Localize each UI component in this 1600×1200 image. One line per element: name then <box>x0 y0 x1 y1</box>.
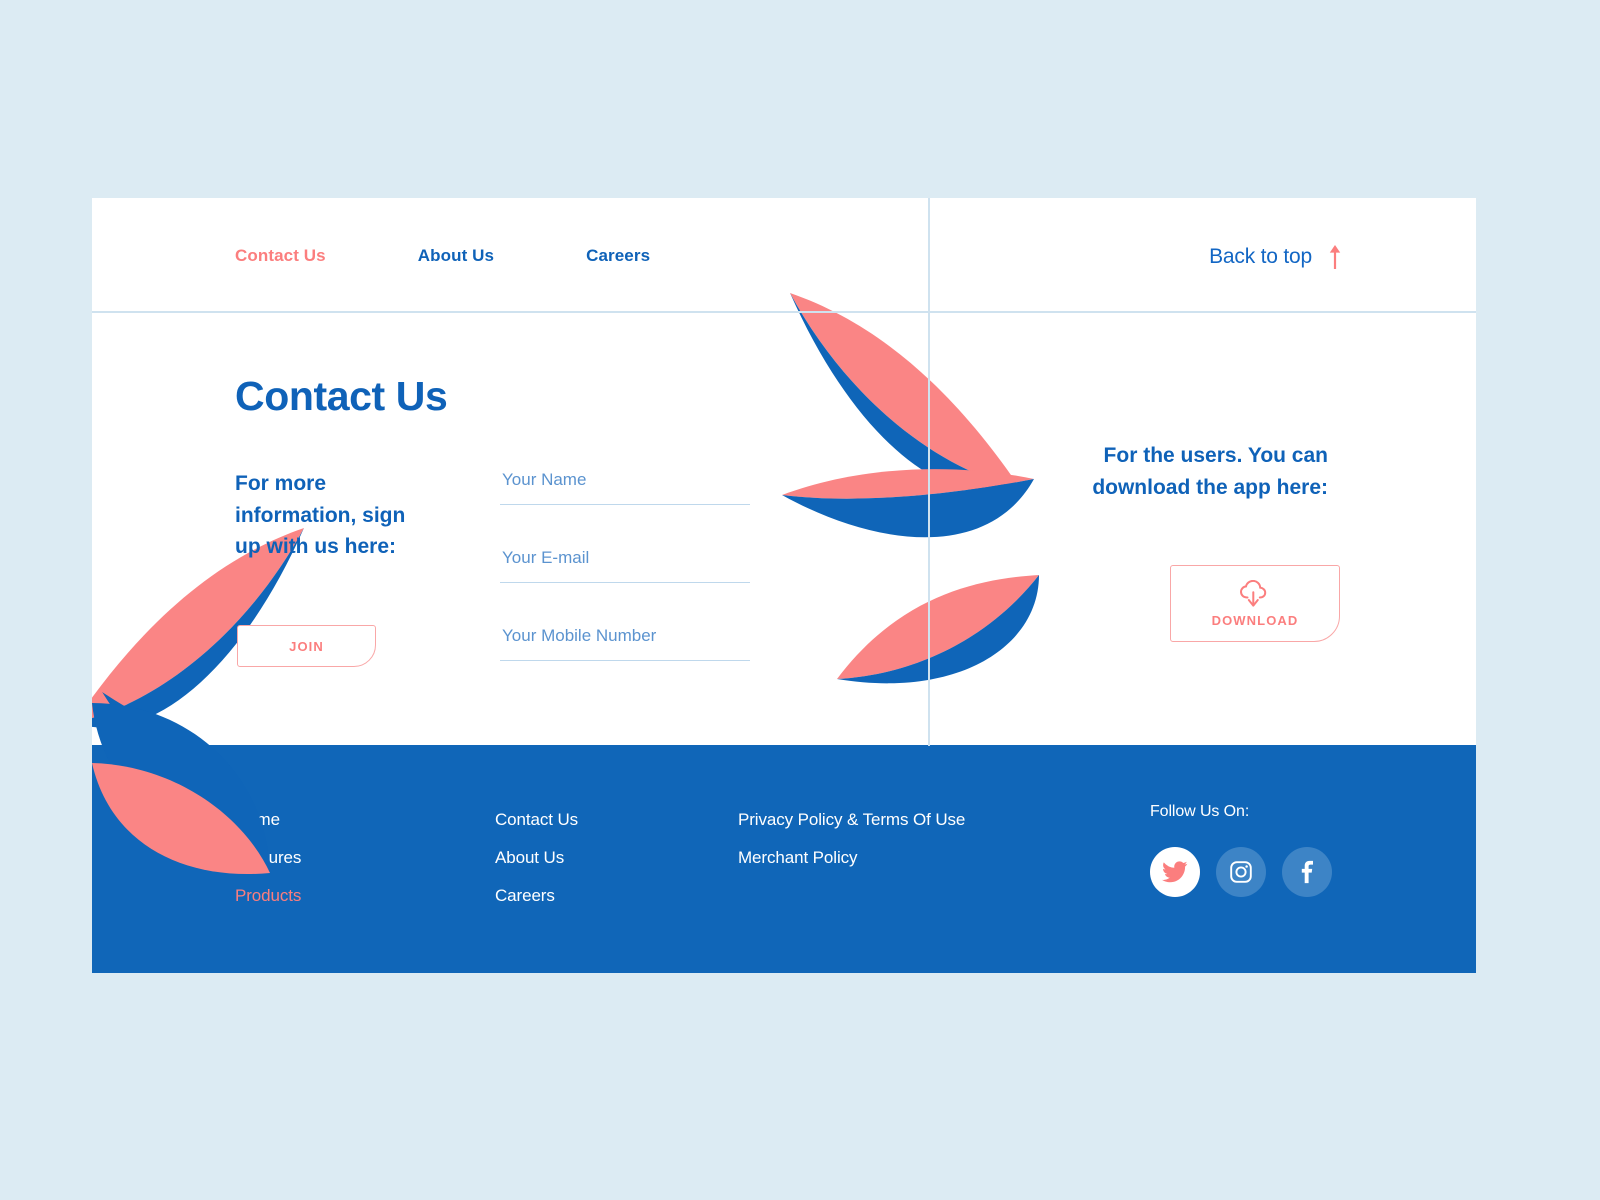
footer-link-careers[interactable]: Careers <box>495 886 738 906</box>
download-headline: For the users. You can download the app … <box>1092 444 1328 499</box>
vertical-divider <box>928 198 930 746</box>
your-email-input[interactable] <box>500 538 750 583</box>
field-your-name <box>500 460 750 505</box>
field-your-mobile-number <box>500 616 750 661</box>
follow-us-title: Follow Us On: <box>1150 803 1250 820</box>
cloud-download-icon <box>1239 579 1267 607</box>
leaf-decoration-right <box>782 293 1039 684</box>
footer-link-privacy-policy-terms[interactable]: Privacy Policy & Terms Of Use <box>738 810 1038 830</box>
your-name-input[interactable] <box>500 460 750 505</box>
social-link-instagram[interactable] <box>1216 847 1266 897</box>
footer-link-contact-us[interactable]: Contact Us <box>495 810 738 830</box>
signup-subheading: For more information, sign up with us he… <box>235 472 406 558</box>
follow-us-section: Follow Us On: <box>1150 803 1332 897</box>
footer-link-features[interactable]: Features <box>235 848 495 868</box>
social-icon-list <box>1150 847 1332 897</box>
social-link-twitter[interactable] <box>1150 847 1200 897</box>
page-root: Contact Us About Us Careers Back to top … <box>0 0 1600 1200</box>
twitter-icon <box>1162 861 1188 883</box>
footer-link-merchant-policy[interactable]: Merchant Policy <box>738 848 1038 868</box>
footer-link-products[interactable]: Products <box>235 886 495 906</box>
download-button-label: DOWNLOAD <box>1211 612 1299 628</box>
your-mobile-number-input[interactable] <box>500 616 750 661</box>
contact-form <box>500 460 750 661</box>
instagram-icon <box>1230 861 1252 883</box>
social-link-facebook[interactable] <box>1282 847 1332 897</box>
facebook-icon <box>1301 860 1313 884</box>
back-to-top-button[interactable]: Back to top <box>1209 244 1342 270</box>
footer-column-3: Privacy Policy & Terms Of Use Merchant P… <box>738 810 1038 924</box>
footer-link-about-us[interactable]: About Us <box>495 848 738 868</box>
top-navigation: Contact Us About Us Careers <box>235 246 650 266</box>
download-button[interactable]: DOWNLOAD <box>1170 565 1340 642</box>
footer-link-columns: Home Features Products Contact Us About … <box>235 810 1038 924</box>
page-title: Contact Us <box>235 373 448 419</box>
footer-column-1: Home Features Products <box>235 810 495 924</box>
topnav-item-contact-us[interactable]: Contact Us <box>235 246 326 266</box>
field-your-email <box>500 538 750 583</box>
site-footer: Home Features Products Contact Us About … <box>92 745 1476 973</box>
topnav-item-careers[interactable]: Careers <box>586 246 650 266</box>
topnav-item-about-us[interactable]: About Us <box>418 246 494 266</box>
join-button[interactable]: JOIN <box>237 625 376 667</box>
join-button-label: JOIN <box>289 638 324 654</box>
arrow-up-icon <box>1329 245 1341 269</box>
back-to-top-label: Back to top <box>1209 245 1312 268</box>
horizontal-divider <box>92 311 1476 313</box>
footer-link-home[interactable]: Home <box>235 810 495 830</box>
footer-column-2: Contact Us About Us Careers <box>495 810 738 924</box>
